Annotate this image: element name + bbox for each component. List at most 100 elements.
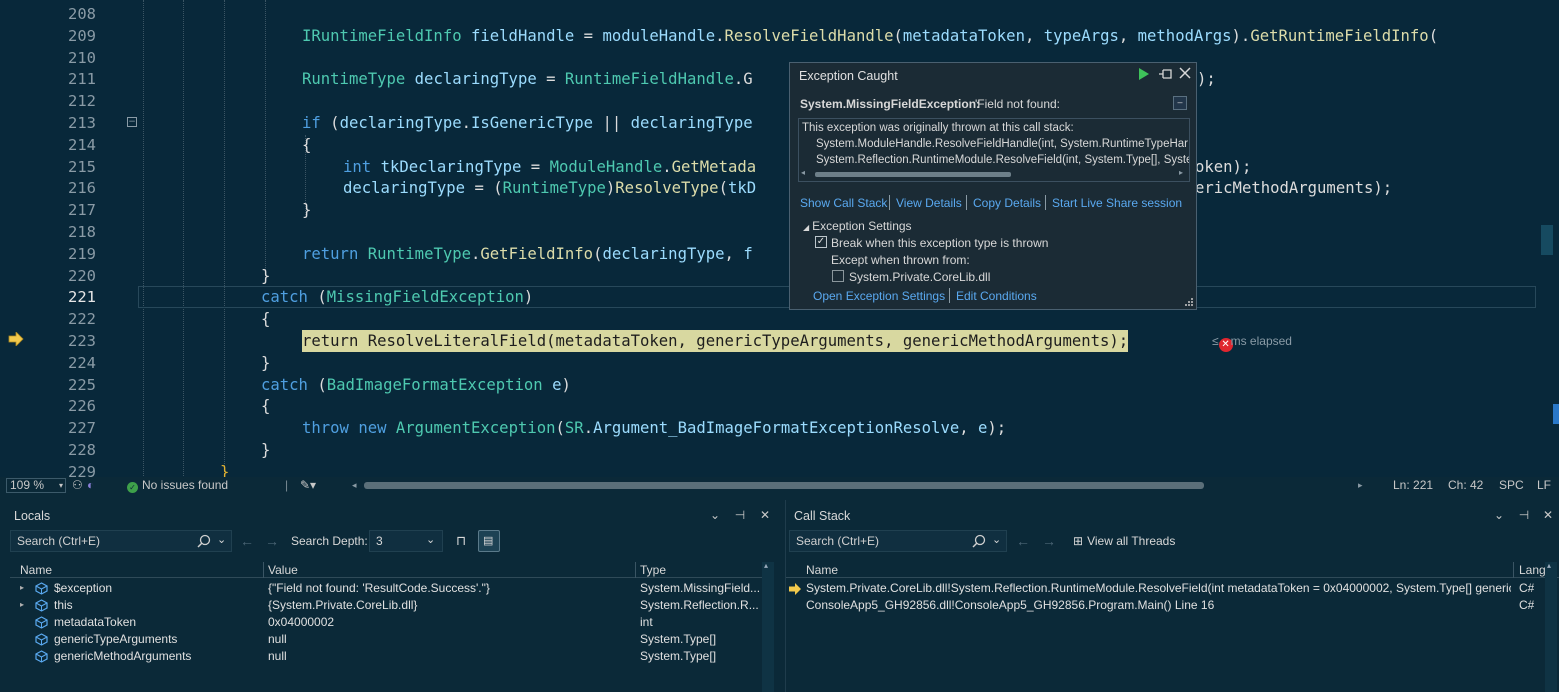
code-line[interactable]: 209 IRuntimeFieldInfo fieldHandle = modul… [0,25,1540,47]
scroll-left-icon[interactable]: ◂ [352,479,357,492]
column-name[interactable]: Name [20,563,52,577]
show-call-stack-link[interactable]: Show Call Stack [800,196,887,210]
scroll-up-icon[interactable]: ▴ [1547,561,1551,570]
variable-type: System.Type[] [640,649,717,663]
code-line[interactable]: 218 [0,221,1540,243]
scroll-right-icon[interactable]: ▸ [1358,479,1363,492]
continue-icon[interactable] [1136,67,1150,81]
zoom-select[interactable]: 109 % ▾ [6,478,66,493]
close-icon[interactable]: ✕ [1541,508,1555,522]
code-line[interactable]: 220} [0,265,1540,287]
search-depth-select[interactable]: 3 ⌄ [369,530,443,552]
locals-row[interactable]: ▸ this {System.Private.CoreLib.dll} System.… [10,597,762,614]
resize-grip-icon[interactable] [1184,297,1194,307]
vertical-scrollbar[interactable]: ▴ [1545,561,1557,692]
variable-name: metadataToken [54,615,137,629]
line-number: 209 [68,26,96,45]
code-line[interactable]: 226 { [0,395,1540,417]
code-line[interactable]: 213 if (declaringType.IsGenericType || de… [0,112,1540,134]
column-indicator[interactable]: Ch: 42 [1448,479,1483,492]
callstack-header: Name Lang [786,562,1559,578]
whitespace-indicator[interactable]: SPC [1499,479,1524,492]
arrow-right-icon[interactable]: → [1042,533,1056,549]
intellicode-icon[interactable]: ◐ [87,479,94,492]
chevron-down-icon[interactable]: ⌄ [992,533,1001,546]
break-checkbox[interactable]: ✓ [815,236,827,248]
column-divider[interactable] [635,562,636,578]
open-exception-settings-link[interactable]: Open Exception Settings [813,289,945,303]
issues-indicator[interactable]: ✓ No issues found [127,479,228,493]
code-line[interactable]: 224} [0,352,1540,374]
code-line[interactable]: 215 int tkDeclaringType = ModuleHandle.Ge… [0,156,1540,178]
vertical-scrollbar[interactable]: ▴ [762,561,774,692]
hex-display-toggle[interactable]: ▤ [478,530,500,552]
column-divider[interactable] [1513,562,1514,578]
code-line[interactable]: 212 [0,90,1540,112]
column-type[interactable]: Type [640,563,666,577]
copy-details-link[interactable]: Copy Details [973,196,1041,210]
code-text: if (declaringType.IsGenericType || decla… [302,114,753,132]
code-line[interactable]: 228} [0,439,1540,461]
arrow-left-icon[interactable]: ← [240,533,254,549]
close-icon[interactable] [1178,66,1192,80]
locals-row[interactable]: ▸ $exception {"Field not found: 'ResultCod… [10,580,762,597]
column-name[interactable]: Name [806,563,838,577]
close-icon[interactable]: ✕ [758,508,772,522]
arrow-left-icon[interactable]: ← [1016,533,1030,549]
view-all-threads-button[interactable]: ⊞ View all Threads [1073,534,1175,548]
column-lang[interactable]: Lang [1519,563,1546,577]
line-ending-indicator[interactable]: LF [1537,479,1551,492]
code-line[interactable]: 223 return ResolveLiteralField(metadataTo… [0,330,1540,352]
expand-icon[interactable]: ▸ [20,600,24,609]
locals-row[interactable]: genericMethodArguments null System.Type[] [10,648,762,665]
expand-icon[interactable]: ▸ [20,583,24,592]
line-indicator[interactable]: Ln: 221 [1393,479,1433,492]
pin-icon[interactable]: ⊣ [1517,508,1531,522]
horizontal-scrollbar[interactable]: ◂ ▸ [801,168,1187,179]
code-line[interactable]: 211 RuntimeType declaringType = RuntimeFi… [0,68,1540,90]
callstack-row[interactable]: System.Private.CoreLib.dll!System.Reflec… [786,580,1544,597]
code-line[interactable]: 210 [0,47,1540,69]
code-line[interactable]: 208 [0,3,1540,25]
search-input[interactable]: Search (Ctrl+E) ⌄ [10,530,232,552]
pin-icon[interactable]: ⊣ [733,508,747,522]
horizontal-scrollbar[interactable] [364,482,1204,489]
search-icon[interactable] [972,534,986,548]
perf-tip[interactable]: ≤ ✕ms elapsed [1212,334,1292,352]
code-line[interactable]: 214 { [0,134,1540,156]
code-line[interactable]: 219 return RuntimeType.GetFieldInfo(decla… [0,243,1540,265]
live-share-link[interactable]: Start Live Share session [1052,196,1182,210]
code-text: throw new ArgumentException(SR.Argument_… [302,419,1007,438]
column-value[interactable]: Value [268,563,298,577]
code-line[interactable]: 225 catch (BadImageFormatException e) [0,374,1540,396]
chevron-down-icon[interactable]: ⌄ [217,533,226,546]
chevron-down-icon[interactable]: ⌄ [708,508,722,522]
search-icon[interactable] [197,534,211,548]
arrow-right-icon[interactable]: → [265,533,279,549]
code-cleanup-icon[interactable]: ✎▾ [300,479,316,492]
edit-conditions-link[interactable]: Edit Conditions [956,289,1037,303]
view-details-link[interactable]: View Details [896,196,962,210]
code-line[interactable]: 229} [0,461,1540,478]
copilot-icon[interactable]: ⚇ [72,479,83,492]
corelib-checkbox[interactable] [832,270,844,282]
pin-icon[interactable] [1158,68,1172,80]
locals-row[interactable]: genericTypeArguments null System.Type[] [10,631,762,648]
locals-row[interactable]: metadataToken 0x04000002 int [10,614,762,631]
collapse-details-button[interactable]: ‒ [1173,96,1187,110]
variable-icon [35,633,48,646]
scroll-up-icon[interactable]: ▴ [764,561,768,570]
divider [949,288,950,303]
callstack-row[interactable]: ConsoleApp5_GH92856.dll!ConsoleApp5_GH92… [786,597,1544,614]
code-editor[interactable]: − 208 209 IRuntimeFieldInfo fieldHandle = … [0,0,1559,478]
code-line[interactable]: 221 catch (MissingFieldException) [0,286,1540,308]
code-line[interactable]: 222 { [0,308,1540,330]
search-input[interactable]: Search (Ctrl+E) ⌄ [789,530,1007,552]
call-stack-box[interactable]: This exception was originally thrown at … [798,118,1190,182]
pin-to-source-icon[interactable]: ⊓ [456,533,466,549]
exception-settings-header[interactable]: ◢ Exception Settings [803,219,912,233]
chevron-down-icon[interactable]: ⌄ [1492,508,1506,522]
column-divider[interactable] [263,562,264,578]
code-line[interactable]: 227 throw new ArgumentException(SR.Argume… [0,417,1540,439]
code-line[interactable]: 217} [0,199,1540,221]
